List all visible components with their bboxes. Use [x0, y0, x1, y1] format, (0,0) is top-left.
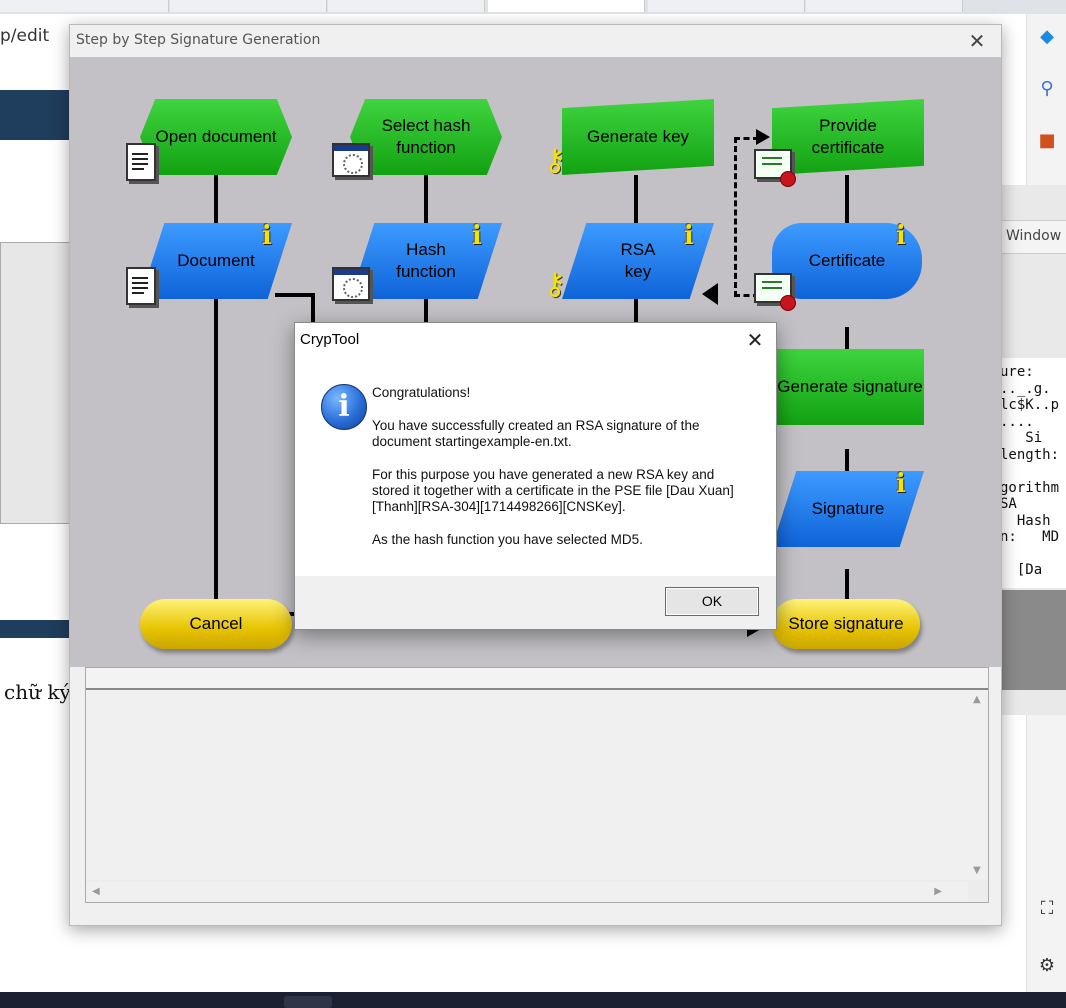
copilot-icon[interactable]: ◆ [1036, 26, 1058, 48]
background-window-footer [1000, 590, 1066, 690]
store-signature-button[interactable]: Store signature [772, 599, 920, 649]
step-generate-signature[interactable]: Generate signature [776, 349, 924, 425]
info-icon[interactable]: i [684, 221, 694, 251]
key-icon: ⚷ [544, 267, 566, 302]
scroll-right-icon[interactable]: ▶ [934, 886, 942, 897]
search-icon[interactable]: ⚲ [1036, 78, 1058, 100]
info-icon[interactable]: i [896, 221, 906, 251]
screenshot-icon[interactable]: ⛶ [1036, 898, 1058, 920]
document-background [0, 58, 70, 998]
browser-tab[interactable] [328, 0, 485, 12]
slide-thumbnail[interactable] [0, 242, 72, 524]
browser-tab[interactable] [0, 0, 169, 12]
scroll-left-icon[interactable]: ◀ [92, 886, 100, 897]
window-close-button[interactable]: ✕ [963, 27, 991, 55]
certificate-icon [754, 273, 796, 311]
dialog-close-button[interactable]: ✕ [740, 326, 770, 354]
flow-arrowhead [702, 283, 718, 305]
console-line: gorithm [1000, 479, 1060, 496]
slide-thumbnail[interactable] [0, 620, 70, 638]
info-icon: i [321, 384, 367, 430]
browser-tab[interactable] [648, 0, 805, 12]
document-icon [126, 267, 156, 305]
step-provide-certificate[interactable]: Provide certificate [772, 99, 924, 175]
background-window-menu: Window [1000, 220, 1066, 254]
flow-line [214, 297, 218, 615]
ok-button[interactable]: OK [665, 587, 759, 616]
document-icon [126, 143, 156, 181]
taskbar [0, 992, 1066, 1008]
flow-arrowhead [756, 129, 770, 145]
dialog-footer: OK [295, 576, 776, 629]
document-text: chữ ký [4, 680, 71, 704]
console-line: ure: [1000, 364, 1034, 380]
address-text: p/edit [0, 26, 50, 46]
log-text-area[interactable] [86, 690, 968, 880]
scroll-up-icon[interactable]: ▲ [973, 694, 981, 705]
window-title: Step by Step Signature Generation [76, 32, 321, 48]
console-line: [Da [1000, 562, 1043, 578]
console-line: SA [1000, 496, 1017, 512]
background-console: ure: .._.g. lc$K..p.... Si length: gorithm SA… [1000, 358, 1066, 588]
dialog-paragraph: For this purpose you have generated a ne… [372, 467, 734, 514]
browser-tab-bar [0, 0, 1066, 14]
slide-thumbnail[interactable] [0, 90, 70, 140]
console-line: Si [1000, 430, 1043, 446]
vertical-scrollbar[interactable]: ▲ ▼ [968, 690, 988, 880]
log-header [86, 668, 988, 690]
flow-line [275, 293, 315, 297]
toolbox-icon[interactable]: ■ [1036, 130, 1058, 152]
console-line: .... [1000, 413, 1034, 430]
console-line: n: MD [1000, 529, 1060, 545]
dialog-paragraph: You have successfully created an RSA sig… [372, 418, 700, 449]
browser-tab[interactable] [806, 0, 963, 12]
info-icon[interactable]: i [262, 221, 272, 251]
fingerprint-window-icon [332, 143, 370, 177]
dialog-heading: Congratulations! [372, 385, 471, 400]
menu-item-window[interactable]: Window [1006, 228, 1061, 244]
browser-tab[interactable] [170, 0, 327, 12]
dialog-paragraph: As the hash function you have selected M… [372, 532, 643, 547]
info-icon[interactable]: i [896, 469, 906, 499]
taskbar-app-button[interactable] [284, 996, 332, 1008]
step-select-hash-function[interactable]: Select hash function [350, 99, 502, 175]
step-open-document[interactable]: Open document [140, 99, 292, 175]
flow-arrow [845, 569, 849, 603]
cancel-button[interactable]: Cancel [140, 599, 292, 649]
horizontal-scrollbar[interactable]: ◀ ▶ [86, 882, 968, 902]
settings-gear-icon[interactable]: ⚙ [1036, 955, 1058, 977]
console-line: length: [1000, 446, 1060, 463]
browser-tab-active[interactable] [488, 0, 645, 12]
console-line: lc$K..p [1000, 397, 1060, 413]
fingerprint-window-icon [332, 267, 370, 301]
log-panel: ▲ ▼ ◀ ▶ [85, 667, 989, 903]
console-line: .._.g. [1000, 380, 1051, 397]
key-icon: ⚷ [544, 143, 566, 178]
dialog-title: CrypTool [300, 331, 360, 348]
step-generate-key[interactable]: Generate key [562, 99, 714, 175]
scroll-down-icon[interactable]: ▼ [973, 865, 981, 876]
cryptool-message-dialog: CrypTool ✕ i Congratulations! You have s… [294, 322, 777, 630]
info-icon[interactable]: i [472, 221, 482, 251]
certificate-icon [754, 149, 796, 187]
console-line: Hash [1000, 512, 1051, 529]
